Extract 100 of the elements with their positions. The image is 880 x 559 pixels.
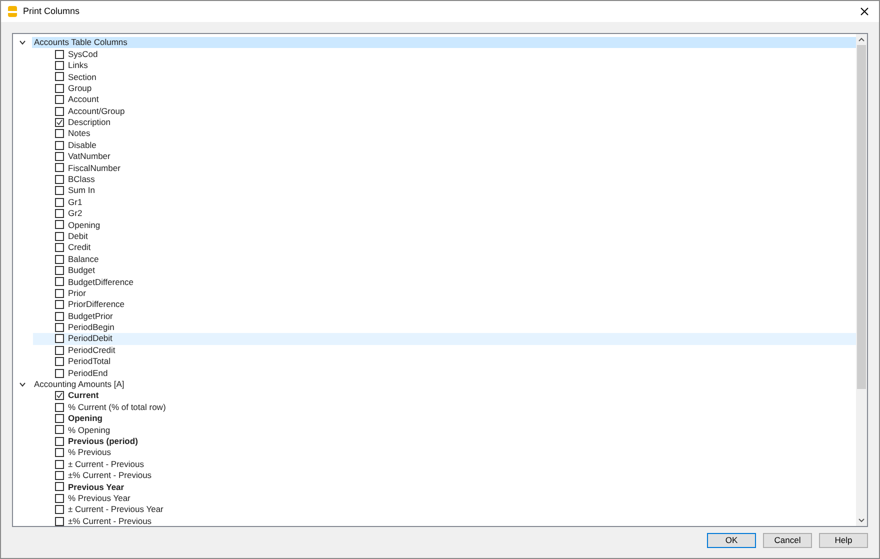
tree-item[interactable]: PeriodTotal — [33, 356, 856, 368]
checkbox[interactable] — [55, 118, 64, 127]
checkbox[interactable] — [55, 494, 64, 503]
checkbox[interactable] — [55, 334, 64, 344]
tree-item[interactable]: Gr1 — [33, 196, 856, 208]
checkbox[interactable] — [55, 368, 64, 378]
scrollbar[interactable] — [856, 34, 867, 526]
tree-item[interactable]: Opening — [33, 412, 856, 424]
tree-item[interactable]: Budget — [33, 264, 856, 276]
tree-item[interactable]: % Opening — [33, 424, 856, 436]
checkbox[interactable] — [55, 186, 64, 196]
checkbox[interactable] — [55, 243, 64, 252]
tree-item[interactable]: Disable — [33, 140, 856, 151]
checkbox[interactable] — [55, 95, 64, 104]
tree-item[interactable]: % Previous — [33, 447, 856, 458]
tree-item[interactable]: Credit — [33, 242, 856, 254]
chevron-icon[interactable] — [19, 382, 26, 387]
checkbox[interactable] — [55, 129, 64, 138]
tree-item[interactable]: Previous (period) — [33, 436, 856, 448]
checkbox[interactable] — [55, 84, 64, 93]
checkbox[interactable] — [55, 471, 64, 480]
tree-item[interactable]: Prior — [33, 288, 856, 299]
tree-item-label: PeriodTotal — [68, 355, 111, 368]
tree-item[interactable]: Account — [33, 94, 856, 106]
checkbox[interactable] — [55, 140, 64, 150]
checkbox[interactable] — [55, 322, 64, 332]
checkbox[interactable] — [55, 391, 64, 400]
tree-item-label: Account — [68, 93, 99, 106]
dialog-button[interactable]: Help — [819, 533, 868, 548]
tree-item[interactable]: Notes — [33, 128, 856, 140]
checkbox[interactable] — [55, 220, 64, 230]
checkbox[interactable] — [55, 482, 64, 492]
tree-item-label: BudgetPrior — [68, 310, 113, 322]
tree-item[interactable]: PeriodDebit — [33, 333, 856, 345]
tree-item[interactable]: Debit — [33, 230, 856, 242]
checkbox[interactable] — [55, 288, 64, 298]
checkbox[interactable] — [55, 448, 64, 458]
tree-item-label: Prior — [68, 287, 86, 300]
checkbox[interactable] — [55, 198, 64, 207]
tree-item[interactable]: BClass — [33, 174, 856, 186]
tree-item[interactable]: Current — [33, 390, 856, 402]
tree-item[interactable]: ±% Current - Previous — [33, 515, 856, 526]
checkbox[interactable] — [55, 277, 64, 286]
checkbox[interactable] — [55, 254, 64, 264]
checkbox[interactable] — [55, 266, 64, 275]
checkbox[interactable] — [55, 152, 64, 162]
tree-item[interactable]: BudgetDifference — [33, 276, 856, 288]
checkbox[interactable] — [55, 300, 64, 310]
dialog-button[interactable]: OK — [707, 533, 756, 548]
tree-item-label: BClass — [68, 173, 95, 186]
tree-item[interactable]: BudgetPrior — [33, 310, 856, 322]
checkbox[interactable] — [55, 402, 64, 412]
dialog-button[interactable]: Cancel — [763, 533, 812, 548]
checkbox[interactable] — [55, 106, 64, 116]
checkbox[interactable] — [55, 425, 64, 434]
tree-item[interactable]: PeriodEnd — [33, 367, 856, 379]
close-icon[interactable] — [860, 7, 869, 16]
scroll-thumb[interactable] — [857, 45, 866, 389]
tree-item[interactable]: Description — [33, 116, 856, 128]
checkbox[interactable] — [55, 72, 64, 82]
tree-item[interactable]: SysCod — [33, 48, 856, 60]
checkbox[interactable] — [55, 516, 64, 526]
checkbox[interactable] — [55, 460, 64, 469]
checkbox[interactable] — [55, 436, 64, 446]
tree-group-item[interactable]: Accounting Amounts [A] — [32, 378, 856, 390]
tree-item[interactable]: Gr2 — [33, 208, 856, 220]
tree-item[interactable]: Section — [33, 71, 856, 83]
tree-item[interactable]: FiscalNumber — [33, 162, 856, 174]
checkbox[interactable] — [55, 174, 64, 184]
tree-item[interactable]: Previous Year — [33, 481, 856, 493]
checkbox[interactable] — [55, 60, 64, 70]
checkbox[interactable] — [55, 505, 64, 514]
checkbox[interactable] — [55, 163, 64, 172]
tree-item[interactable]: ± Current - Previous Year — [33, 504, 856, 516]
tree-item-label: Previous Year — [68, 480, 124, 494]
checkbox[interactable] — [55, 209, 64, 218]
tree-item[interactable]: ±% Current - Previous — [33, 470, 856, 482]
tree-group-item[interactable]: Accounts Table Columns — [32, 37, 856, 48]
tree-item[interactable]: Balance — [33, 253, 856, 265]
checkbox[interactable] — [55, 312, 64, 321]
tree-item[interactable]: Links — [33, 60, 856, 72]
tree-item-label: Gr2 — [68, 207, 82, 220]
tree-item[interactable]: VatNumber — [33, 150, 856, 162]
checkbox[interactable] — [55, 357, 64, 366]
tree-item[interactable]: % Current (% of total row) — [33, 402, 856, 413]
checkbox[interactable] — [55, 414, 64, 424]
chevron-icon[interactable] — [19, 40, 26, 46]
tree-item[interactable]: Group — [33, 82, 856, 94]
checkbox[interactable] — [55, 50, 64, 59]
tree-item[interactable]: Opening — [33, 219, 856, 231]
tree-item[interactable]: PriorDifference — [33, 298, 856, 310]
tree-item-label: Notes — [68, 127, 90, 140]
tree-item[interactable]: Sum In — [33, 185, 856, 196]
tree-item[interactable]: PeriodCredit — [33, 344, 856, 356]
tree-item[interactable]: Account/Group — [33, 105, 856, 117]
tree-item[interactable]: PeriodBegin — [33, 322, 856, 334]
tree-item[interactable]: ± Current - Previous — [33, 458, 856, 470]
checkbox[interactable] — [55, 232, 64, 241]
checkbox[interactable] — [55, 346, 64, 355]
tree-item[interactable]: % Previous Year — [33, 492, 856, 504]
